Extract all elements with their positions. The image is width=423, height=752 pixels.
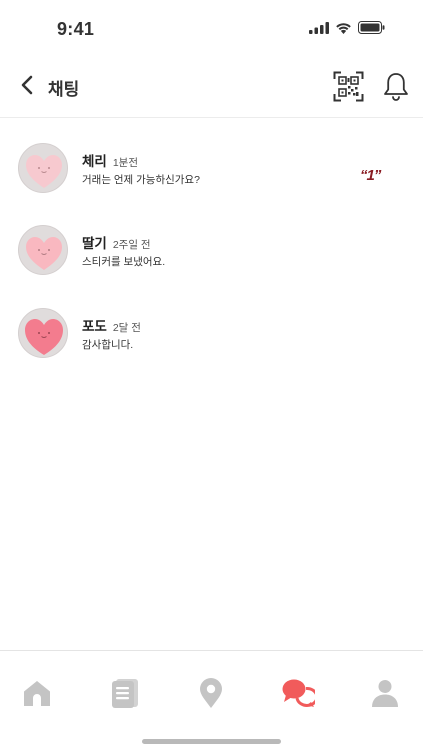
nav-profile[interactable] [365, 675, 405, 715]
nav-posts[interactable] [105, 675, 145, 715]
chat-name-row: 딸기 2주일 전 [82, 232, 151, 252]
chat-name-row: 포도 2달 전 [82, 315, 141, 335]
chat-time: 2달 전 [112, 322, 141, 334]
home-icon [22, 678, 52, 713]
chat-name: 딸기 [82, 236, 107, 251]
avatar [18, 143, 68, 193]
chat-item-strawberry[interactable]: 딸기 2주일 전 스티커를 보냈어요. [0, 225, 423, 295]
chat-preview: 감사합니다. [82, 339, 134, 351]
chat-item-grape[interactable]: 포도 2달 전 감사합니다. [0, 308, 423, 378]
wifi-icon [335, 21, 352, 39]
back-arrow-icon [20, 75, 34, 100]
app-header: 채팅 [0, 58, 423, 118]
profile-icon [370, 678, 400, 713]
nav-chat[interactable] [278, 675, 319, 715]
bottom-nav [0, 650, 423, 752]
qr-code-icon [333, 71, 364, 106]
qr-scan-button[interactable] [333, 71, 364, 102]
location-pin-icon [197, 677, 225, 714]
chat-icon [281, 677, 319, 714]
chat-name: 포도 [82, 319, 107, 334]
nav-location[interactable] [191, 675, 231, 715]
chat-name-row: 체리 1분전 [82, 150, 138, 170]
unread-count: “1” [360, 167, 381, 184]
chat-item-cherry[interactable]: 체리 1분전 거래는 언제 가능하신가요? “1” [0, 143, 423, 213]
avatar [18, 308, 68, 358]
home-indicator [142, 739, 281, 744]
chat-preview: 스티커를 보냈어요. [82, 256, 166, 268]
back-button[interactable] [14, 74, 40, 100]
chat-name: 체리 [82, 154, 107, 169]
battery-icon [358, 21, 385, 39]
status-time: 9:41 [57, 19, 95, 39]
status-icons [309, 21, 385, 39]
chat-time: 1분전 [112, 157, 139, 169]
document-icon [110, 678, 140, 713]
avatar [18, 225, 68, 275]
signal-icon [309, 21, 329, 39]
nav-home[interactable] [17, 675, 57, 715]
notification-button[interactable] [382, 71, 410, 102]
chat-time: 2주일 전 [112, 239, 151, 251]
status-bar: 9:41 [0, 0, 423, 58]
page-title: 채팅 [48, 80, 80, 99]
chat-preview: 거래는 언제 가능하신가요? [82, 174, 200, 186]
bell-icon [382, 73, 410, 106]
